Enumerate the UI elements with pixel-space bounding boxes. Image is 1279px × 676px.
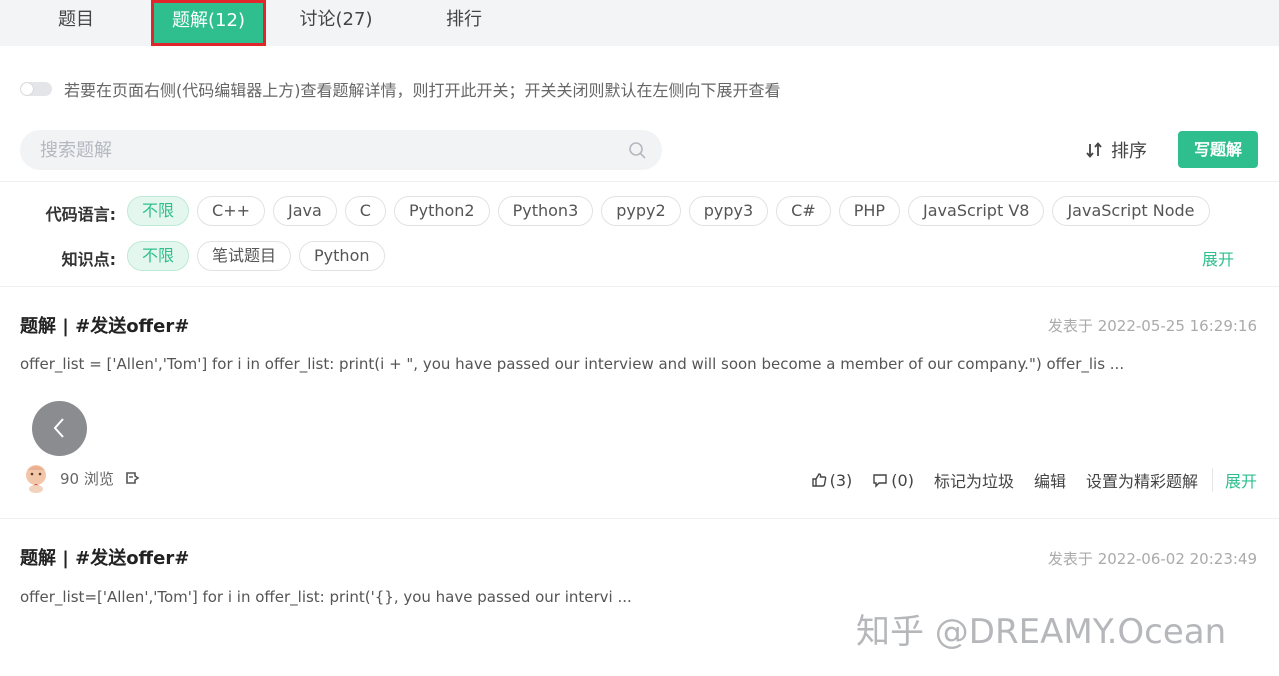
toggle-description: 若要在页面右侧(代码编辑器上方)查看题解详情，则打开此开关；开关关闭则默认在左侧…: [64, 81, 781, 100]
write-solution-button[interactable]: 写题解: [1178, 131, 1258, 168]
post-title[interactable]: 题解 | #发送offer#: [20, 312, 189, 338]
share-icon[interactable]: [124, 470, 140, 486]
toggle-knob: [21, 83, 33, 95]
tab-ranking[interactable]: 排行: [428, 0, 500, 46]
post-date: 发表于 2022-06-02 20:23:49: [1047, 550, 1257, 568]
post-date: 发表于 2022-05-25 16:29:16: [1047, 317, 1257, 335]
knowledge-filter-label: 知识点:: [61, 250, 116, 269]
language-chip[interactable]: Python3: [497, 196, 594, 226]
post-meta: 90 浏览: [20, 462, 140, 494]
knowledge-filter-chips: 不限 笔试题目 Python: [127, 241, 393, 271]
language-chip[interactable]: pypy3: [688, 196, 769, 226]
comment-button[interactable]: (0): [872, 471, 914, 490]
sort-icon: [1086, 142, 1102, 158]
comment-count: (0): [891, 470, 914, 490]
tab-bar: 题目 题解(12) 讨论(27) 排行: [0, 0, 1279, 46]
language-chip[interactable]: pypy2: [601, 196, 681, 226]
tab-discussion[interactable]: 讨论(27): [286, 0, 386, 46]
view-mode-toggle-row: 若要在页面右侧(代码编辑器上方)查看题解详情，则打开此开关；开关关闭则默认在左侧…: [20, 78, 781, 100]
expand-post-button[interactable]: 展开: [1211, 468, 1257, 492]
language-chip[interactable]: C++: [197, 196, 265, 226]
language-chip[interactable]: 不限: [127, 196, 190, 226]
watermark: 知乎 @DREAMY.Ocean: [856, 612, 1227, 652]
view-count: 90 浏览: [60, 469, 114, 488]
divider: [0, 286, 1279, 287]
tab-problem[interactable]: 题目: [40, 0, 112, 46]
knowledge-chip[interactable]: 笔试题目: [197, 241, 292, 271]
knowledge-chip[interactable]: 不限: [127, 241, 190, 271]
search-icon[interactable]: [628, 141, 646, 159]
mark-spam-button[interactable]: 标记为垃圾: [934, 468, 1014, 492]
search-input[interactable]: [40, 130, 620, 170]
search-box: [20, 130, 662, 170]
language-chip[interactable]: PHP: [838, 196, 901, 226]
back-button[interactable]: [32, 401, 87, 456]
tab-solutions[interactable]: 题解(12): [151, 0, 266, 46]
language-chip[interactable]: JavaScript Node: [1052, 196, 1210, 226]
edit-button[interactable]: 编辑: [1034, 468, 1066, 492]
set-featured-button[interactable]: 设置为精彩题解: [1086, 468, 1198, 492]
avatar[interactable]: [20, 462, 52, 494]
view-mode-toggle[interactable]: [20, 82, 52, 96]
language-filter-label: 代码语言:: [45, 205, 116, 224]
language-chip[interactable]: C: [344, 196, 386, 226]
post-excerpt[interactable]: offer_list = ['Allen','Tom'] for i in of…: [20, 355, 1250, 373]
sort-label: 排序: [1111, 141, 1147, 162]
language-chip[interactable]: JavaScript V8: [908, 196, 1045, 226]
language-chip[interactable]: Python2: [393, 196, 490, 226]
divider: [0, 181, 1279, 182]
chevron-left-icon: [53, 418, 64, 438]
post-actions: (3) (0) 标记为垃圾 编辑 设置为精彩题解 展开: [791, 468, 1257, 492]
knowledge-expand-link[interactable]: 展开: [1202, 246, 1234, 270]
language-chip[interactable]: Java: [273, 196, 337, 226]
knowledge-chip[interactable]: Python: [299, 241, 385, 271]
post-title[interactable]: 题解 | #发送offer#: [20, 544, 189, 570]
thumbs-up-icon: [811, 473, 826, 487]
sort-button[interactable]: 排序: [1085, 136, 1147, 164]
language-chip[interactable]: C#: [776, 196, 831, 226]
like-count: (3): [829, 470, 853, 490]
language-filter-chips: 不限 C++ Java C Python2 Python3 pypy2 pypy…: [127, 196, 1218, 226]
comment-icon: [873, 474, 887, 488]
divider: [0, 518, 1279, 519]
like-button[interactable]: (3): [811, 470, 853, 490]
